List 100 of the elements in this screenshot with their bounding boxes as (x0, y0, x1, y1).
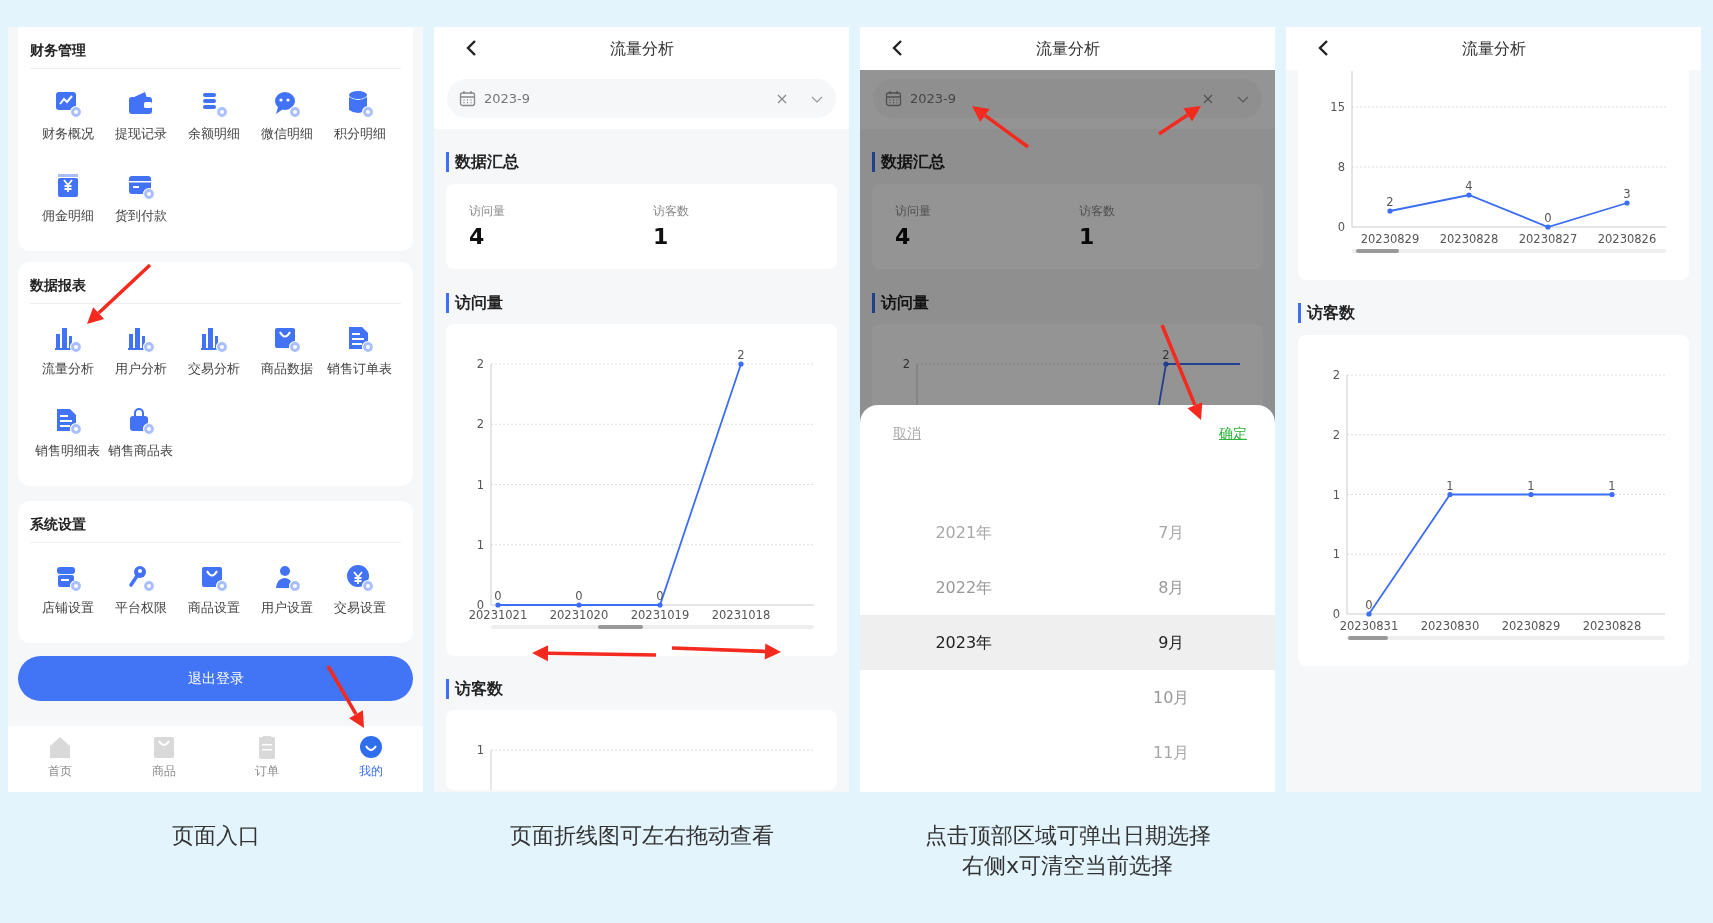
menu-item[interactable]: 交易设置 (323, 563, 396, 618)
clear-icon[interactable] (1202, 92, 1214, 105)
axis-label: 1 (476, 537, 484, 552)
data-label: 0 (494, 589, 502, 603)
logout-button[interactable]: 退出登录 (18, 656, 413, 701)
tab[interactable]: 首页 (8, 726, 112, 792)
data-point (1387, 208, 1393, 214)
axis-label: 8 (1337, 160, 1345, 174)
annotation-arrow (87, 263, 152, 324)
menu-item[interactable]: 商品设置 (177, 563, 250, 618)
menu-item[interactable]: 佣金明细 (31, 171, 104, 226)
menu-item[interactable]: 店铺设置 (31, 563, 104, 618)
menu-item[interactable]: 销售明细表 (31, 406, 104, 461)
tab[interactable]: 订单 (215, 726, 320, 792)
axis-label: 20231019 (630, 608, 690, 622)
stat-value: 4 (895, 223, 911, 251)
data-label: 2 (737, 348, 745, 362)
section-title: 数据汇总 (446, 152, 519, 172)
axis-label: 20230831 (1339, 619, 1399, 633)
picker-option[interactable]: 9月 (1067, 615, 1275, 670)
axis-label: 1 (1332, 547, 1340, 562)
axis-label: 1 (476, 477, 484, 492)
axis-label: 20230829 (1360, 232, 1420, 246)
axis-label: 20230830 (1420, 619, 1480, 633)
menu-item[interactable]: 提现记录 (104, 89, 177, 144)
caption-text: 右侧x可清空当前选择 (962, 852, 1173, 880)
data-point (1545, 224, 1551, 230)
data-point (1163, 361, 1169, 367)
axis-label: 2 (1332, 368, 1340, 382)
stat-value: 1 (1079, 223, 1095, 251)
menu-item[interactable]: 商品数据 (250, 324, 323, 379)
page-title: 流量分析 (609, 37, 674, 60)
data-label: 1 (1527, 478, 1535, 493)
data-label: 1 (1608, 478, 1616, 493)
menu-item[interactable]: 交易分析 (177, 324, 250, 379)
tab-icon (358, 734, 385, 760)
section-title: 访客数 (1298, 303, 1355, 323)
menu-item[interactable]: 财务概况 (31, 89, 104, 144)
annotation-arrow (1158, 106, 1201, 136)
data-label: 0 (656, 589, 664, 603)
data-point (495, 602, 501, 608)
axis-label: 2 (1332, 427, 1340, 442)
calendar-icon (885, 90, 902, 107)
section-title: 数据汇总 (872, 152, 945, 172)
data-label: 0 (575, 589, 583, 603)
data-label: 0 (1365, 598, 1373, 612)
section-title: 数据报表 (30, 276, 86, 295)
data-point (738, 361, 744, 367)
data-point (1447, 491, 1453, 498)
data-label: 2 (1162, 348, 1170, 362)
axis-label: 2 (476, 417, 484, 432)
data-point (1466, 192, 1472, 198)
menu-item[interactable]: 平台权限 (104, 563, 177, 618)
section-title: 财务管理 (30, 41, 86, 60)
axis-label: 20231018 (711, 608, 771, 622)
axis-label: 20230826 (1597, 232, 1657, 246)
menu-item[interactable]: 销售商品表 (104, 406, 177, 461)
annotation-arrow (972, 106, 1030, 149)
picker-option[interactable]: 2023年 (860, 615, 1068, 670)
stat-label: 访问量 (469, 203, 505, 220)
axis-label: 0 (1332, 607, 1340, 621)
menu-item[interactable]: 余额明细 (177, 89, 250, 144)
stat-label: 访客数 (653, 203, 689, 220)
data-point (1366, 611, 1372, 617)
menu-item[interactable]: 流量分析 (31, 324, 104, 379)
data-point (1609, 491, 1615, 498)
axis-label: 20230828 (1582, 619, 1642, 633)
annotation-arrow (326, 665, 364, 728)
section-title: 访问量 (872, 293, 929, 313)
stat-label: 访客数 (1079, 203, 1115, 220)
section-title: 访问量 (446, 293, 503, 313)
page-title: 流量分析 (1461, 37, 1526, 60)
page-title: 流量分析 (1035, 37, 1100, 60)
menu-item[interactable]: 用户分析 (104, 324, 177, 379)
menu-item[interactable]: 销售订单表 (323, 324, 396, 379)
calendar-icon (459, 90, 476, 107)
axis-label: 0 (1337, 220, 1345, 234)
yen-icon (344, 563, 375, 593)
menu-item[interactable]: 微信明细 (250, 89, 323, 144)
stat-value: 4 (469, 223, 485, 251)
data-label: 3 (1623, 187, 1631, 201)
tab[interactable]: 商品 (111, 726, 216, 792)
clear-icon[interactable] (776, 92, 788, 105)
axis-label: 1 (476, 743, 484, 757)
menu-item[interactable]: 积分明细 (323, 89, 396, 144)
menu-item[interactable]: 货到付款 (104, 171, 177, 226)
stat-label: 访问量 (895, 203, 931, 220)
date-field[interactable]: 2023-9 (447, 79, 836, 118)
axis-label: 20230829 (1501, 619, 1561, 633)
caption-text: 页面折线图可左右拖动查看 (509, 822, 774, 850)
axis-label: 2 (902, 357, 910, 371)
axis-label: 20230827 (1518, 232, 1578, 246)
menu-item[interactable]: 用户设置 (250, 563, 323, 618)
data-label: 0 (1544, 211, 1552, 225)
axis-label: 20230828 (1439, 232, 1499, 246)
data-point (657, 602, 663, 608)
data-point (576, 602, 582, 608)
section-title: 访客数 (446, 679, 503, 699)
stat-value: 1 (653, 223, 669, 251)
tab[interactable]: 我的 (319, 726, 423, 792)
